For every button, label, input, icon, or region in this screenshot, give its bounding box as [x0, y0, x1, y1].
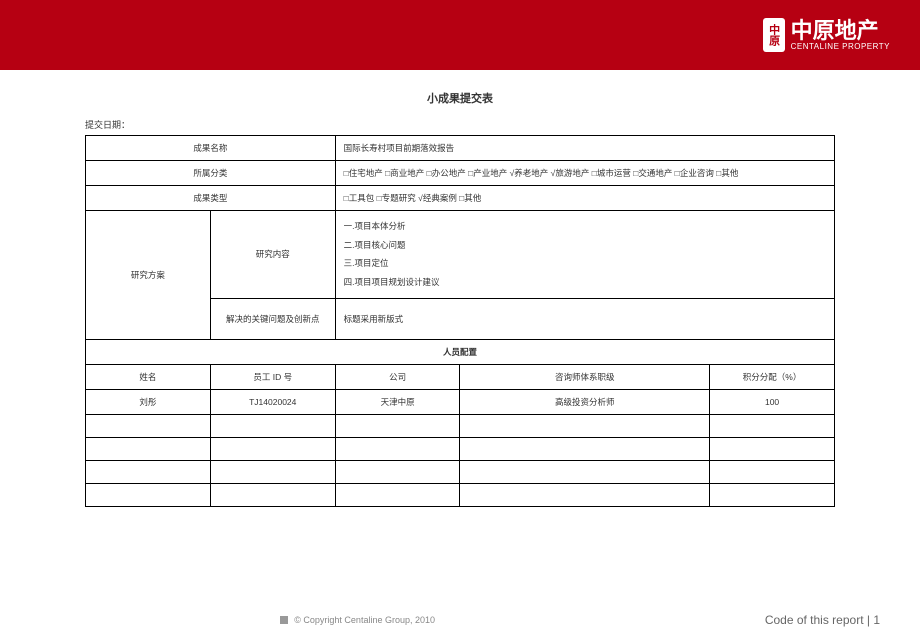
row-category-label: 所属分类 [86, 161, 336, 186]
footer-copyright: © Copyright Centaline Group, 2010 [294, 615, 435, 625]
brand-header: 中原 中原地产 CENTALINE PROPERTY [0, 0, 920, 70]
logo-en: CENTALINE PROPERTY [791, 42, 890, 51]
row-name-label: 成果名称 [86, 136, 336, 161]
page-title: 小成果提交表 [85, 90, 835, 106]
col-name: 姓名 [86, 364, 211, 389]
footer-page: Code of this report | 1 [445, 613, 920, 627]
research-item-2: 二.项目核心问题 [344, 236, 826, 255]
table-row [86, 460, 835, 483]
row-type-value: □工具包 □专题研究 √经典案例 □其他 [335, 186, 834, 211]
logo: 中原 中原地产 CENTALINE PROPERTY [763, 18, 890, 52]
research-item-1: 一.项目本体分析 [344, 217, 826, 236]
footer-left: © Copyright Centaline Group, 2010 [0, 615, 445, 625]
cell-level: 高级投资分析师 [460, 389, 710, 414]
col-level: 咨询师体系职级 [460, 364, 710, 389]
row-research-value: 一.项目本体分析 二.项目核心问题 三.项目定位 四.项目项目规划设计建议 [335, 211, 834, 299]
personnel-heading: 人员配置 [86, 339, 835, 364]
row-innovate-label: 解决的关键问题及创新点 [210, 298, 335, 339]
cell-score: 100 [710, 389, 835, 414]
logo-text: 中原地产 CENTALINE PROPERTY [791, 20, 890, 51]
logo-badge: 中原 [763, 18, 785, 52]
footer-square-icon [280, 616, 288, 624]
cell-id: TJ14020024 [210, 389, 335, 414]
content-area: 小成果提交表 提交日期： 成果名称 国际长寿村项目前期落效报告 所属分类 □住宅… [0, 70, 920, 507]
table-row: 刘彤 TJ14020024 天津中原 高级投资分析师 100 [86, 389, 835, 414]
row-scheme-label: 研究方案 [86, 211, 211, 340]
col-score: 积分分配（%） [710, 364, 835, 389]
research-item-4: 四.项目项目规划设计建议 [344, 273, 826, 292]
row-innovate-value: 标题采用新版式 [335, 298, 834, 339]
table-row [86, 483, 835, 506]
cell-name: 刘彤 [86, 389, 211, 414]
col-id: 员工 ID 号 [210, 364, 335, 389]
research-item-3: 三.项目定位 [344, 254, 826, 273]
row-research-label: 研究内容 [210, 211, 335, 299]
table-row [86, 437, 835, 460]
submission-table: 成果名称 国际长寿村项目前期落效报告 所属分类 □住宅地产 □商业地产 □办公地… [85, 135, 835, 507]
table-row [86, 414, 835, 437]
logo-cn: 中原地产 [791, 20, 890, 42]
row-name-value: 国际长寿村项目前期落效报告 [335, 136, 834, 161]
footer: © Copyright Centaline Group, 2010 Code o… [0, 613, 920, 627]
col-company: 公司 [335, 364, 460, 389]
row-category-value: □住宅地产 □商业地产 □办公地产 □产业地产 √养老地产 √旅游地产 □城市运… [335, 161, 834, 186]
cell-company: 天津中原 [335, 389, 460, 414]
row-type-label: 成果类型 [86, 186, 336, 211]
submit-date-label: 提交日期： [85, 118, 835, 131]
